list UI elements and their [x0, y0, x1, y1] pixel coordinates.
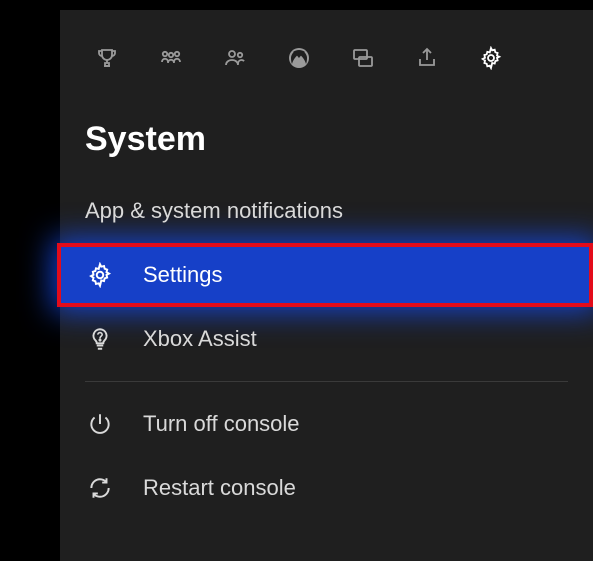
- home-tab[interactable]: [286, 47, 312, 73]
- menu-item-settings[interactable]: Settings: [57, 243, 593, 307]
- menu-divider: [85, 381, 568, 382]
- multiplayer-tab[interactable]: [158, 47, 184, 73]
- guide-tab-bar: [60, 10, 593, 90]
- achievements-tab[interactable]: [94, 47, 120, 73]
- chat-tab[interactable]: [350, 47, 376, 73]
- lightbulb-help-icon: [85, 324, 115, 354]
- share-tab[interactable]: [414, 47, 440, 73]
- share-icon: [415, 46, 439, 75]
- system-guide-panel: System App & system notifications Settin…: [60, 10, 593, 561]
- menu-item-label: Xbox Assist: [143, 326, 257, 352]
- system-tab[interactable]: [478, 47, 504, 73]
- gear-icon: [85, 260, 115, 290]
- people-icon: [223, 46, 247, 75]
- menu-item-label: App & system notifications: [85, 198, 343, 224]
- menu-item-label: Restart console: [143, 475, 296, 501]
- menu-item-xbox-assist[interactable]: Xbox Assist: [60, 307, 593, 371]
- gear-icon: [479, 46, 503, 75]
- page-title: System: [85, 120, 593, 159]
- menu-item-turn-off[interactable]: Turn off console: [60, 392, 593, 456]
- xbox-icon: [287, 46, 311, 75]
- chat-icon: [351, 46, 375, 75]
- power-icon: [85, 409, 115, 439]
- trophy-icon: [95, 46, 119, 75]
- multiplayer-icon: [159, 46, 183, 75]
- menu-item-label: Settings: [143, 262, 223, 288]
- menu-item-notifications[interactable]: App & system notifications: [60, 179, 593, 243]
- menu-item-label: Turn off console: [143, 411, 300, 437]
- people-tab[interactable]: [222, 47, 248, 73]
- menu-item-restart[interactable]: Restart console: [60, 456, 593, 520]
- restart-icon: [85, 473, 115, 503]
